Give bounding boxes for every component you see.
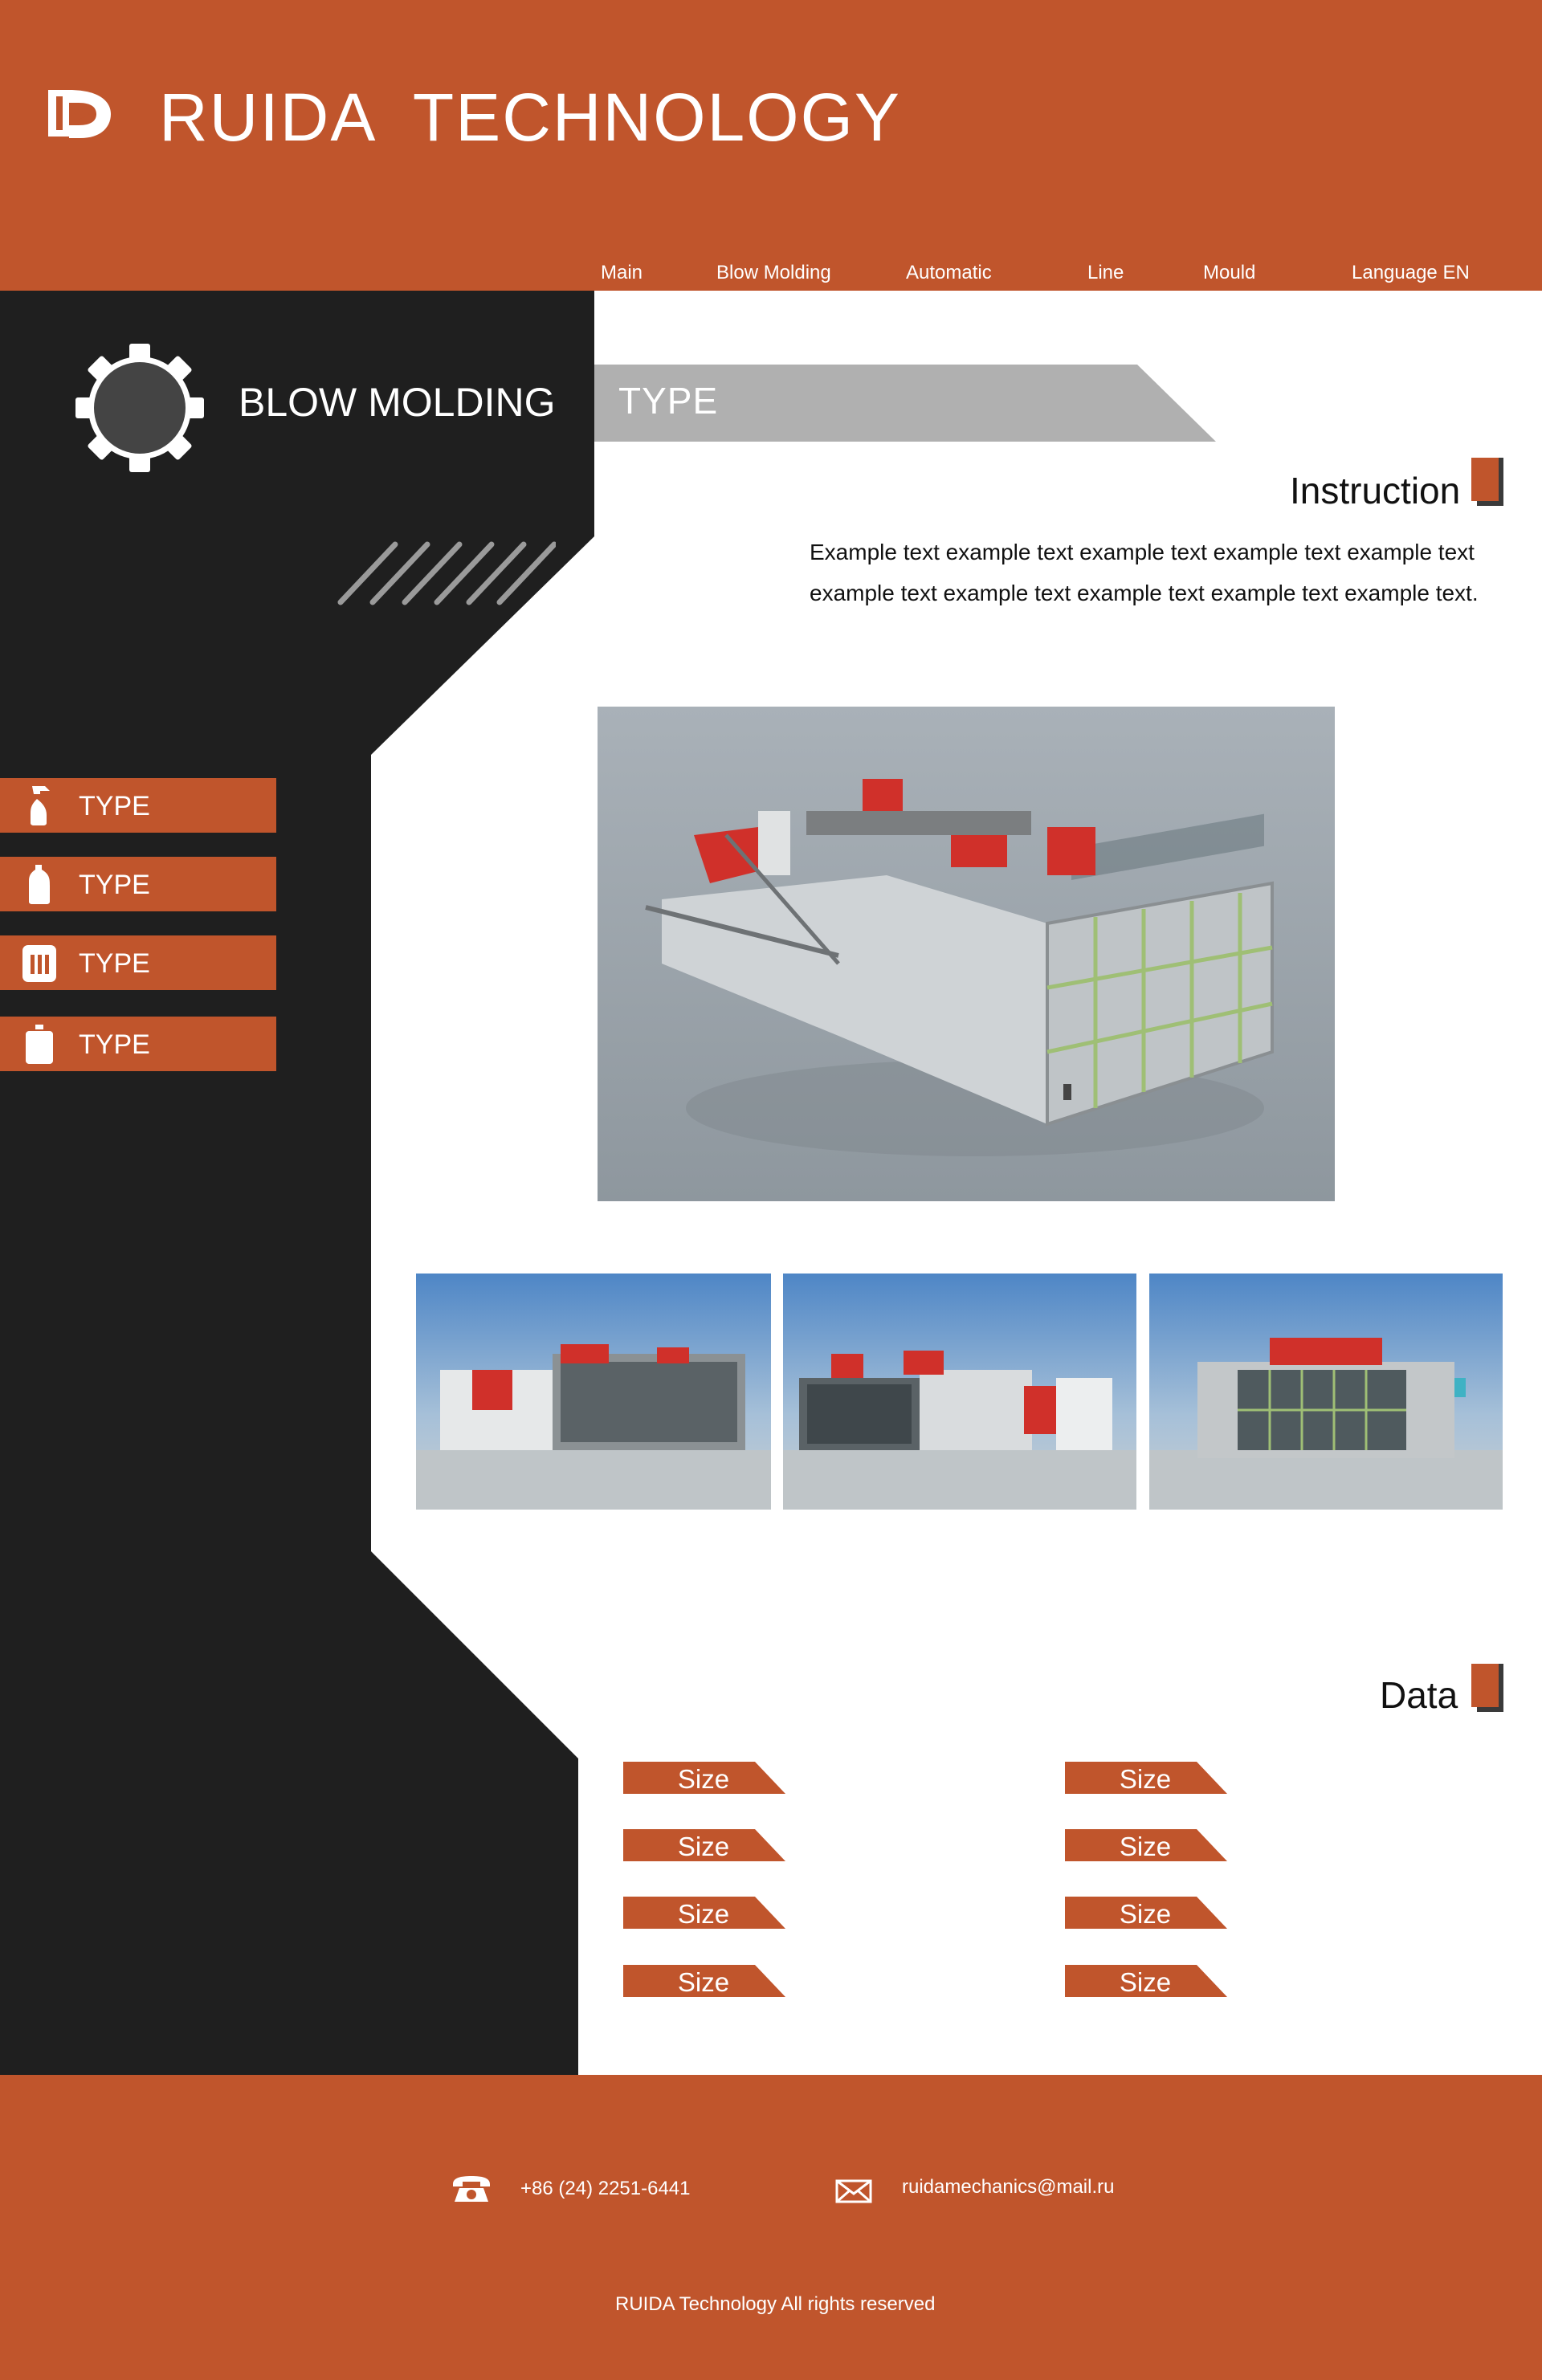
detergent-bottle-icon xyxy=(29,865,50,904)
copyright: RUIDA Technology All rights reserved xyxy=(615,2293,936,2315)
phone-icon xyxy=(453,2176,490,2202)
product-thumbnail-1[interactable] xyxy=(416,1274,771,1510)
heading-marker xyxy=(1471,1664,1503,1712)
decorative-slashes xyxy=(337,541,556,605)
nav-mould[interactable]: Mould xyxy=(1203,262,1255,284)
product-main-image[interactable] xyxy=(598,707,1335,1201)
jerrycan-icon xyxy=(22,945,56,982)
header: RUIDA TECHNOLOGY Main Blow Molding Autom… xyxy=(0,0,1542,291)
phone-number: +86 (24) 2251-6441 xyxy=(520,2178,691,2199)
brand-name: RUIDA TECHNOLOGY xyxy=(159,79,901,155)
mail-icon xyxy=(835,2179,872,2203)
instruction-text: Example text example text example text e… xyxy=(810,540,1479,605)
canister-icon xyxy=(26,1025,53,1064)
sidebar-item-type-3[interactable]: TYPE xyxy=(0,935,276,990)
sidebar-item-label: TYPE xyxy=(79,870,150,900)
size-tag[interactable]: Size xyxy=(623,1829,789,1861)
sidebar-item-type-4[interactable]: TYPE xyxy=(0,1017,276,1071)
size-tag[interactable]: Size xyxy=(623,1897,789,1929)
size-tag[interactable]: Size xyxy=(1065,1897,1230,1929)
sidebar-item-type-1[interactable]: TYPE xyxy=(0,778,276,833)
nav-line[interactable]: Line xyxy=(1087,262,1124,284)
product-thumbnail-3[interactable] xyxy=(1149,1274,1503,1510)
spray-bottle-icon xyxy=(31,786,50,825)
size-tag[interactable]: Size xyxy=(1065,1965,1230,1997)
sidebar-item-label: TYPE xyxy=(79,791,150,821)
size-tag[interactable]: Size xyxy=(623,1762,789,1794)
footer: +86 (24) 2251-6441 ruidamechanics@mail.r… xyxy=(0,2075,1542,2380)
nav-blow-molding[interactable]: Blow Molding xyxy=(716,262,831,284)
sidebar-item-label: TYPE xyxy=(79,948,150,979)
size-tag[interactable]: Size xyxy=(623,1965,789,1997)
data-heading: Data xyxy=(1380,1674,1458,1716)
instruction-heading: Instruction xyxy=(1290,470,1461,511)
nav-main[interactable]: Main xyxy=(601,262,642,284)
email-link[interactable]: ruidamechanics@mail.ru xyxy=(902,2176,1114,2199)
type-tab-label[interactable]: TYPE xyxy=(618,379,718,422)
nav-automatic[interactable]: Automatic xyxy=(906,262,992,284)
product-thumbnail-2[interactable] xyxy=(783,1274,1136,1510)
nav-language[interactable]: Language EN xyxy=(1352,262,1470,284)
section-title: BLOW MOLDING xyxy=(239,380,556,425)
sidebar-item-type-2[interactable]: TYPE xyxy=(0,857,276,911)
gear-icon xyxy=(75,344,204,472)
size-tag[interactable]: Size xyxy=(1065,1829,1230,1861)
ruida-logo-icon xyxy=(48,90,111,138)
heading-marker xyxy=(1471,458,1503,506)
sidebar-item-label: TYPE xyxy=(79,1029,150,1060)
size-tag[interactable]: Size xyxy=(1065,1762,1230,1794)
